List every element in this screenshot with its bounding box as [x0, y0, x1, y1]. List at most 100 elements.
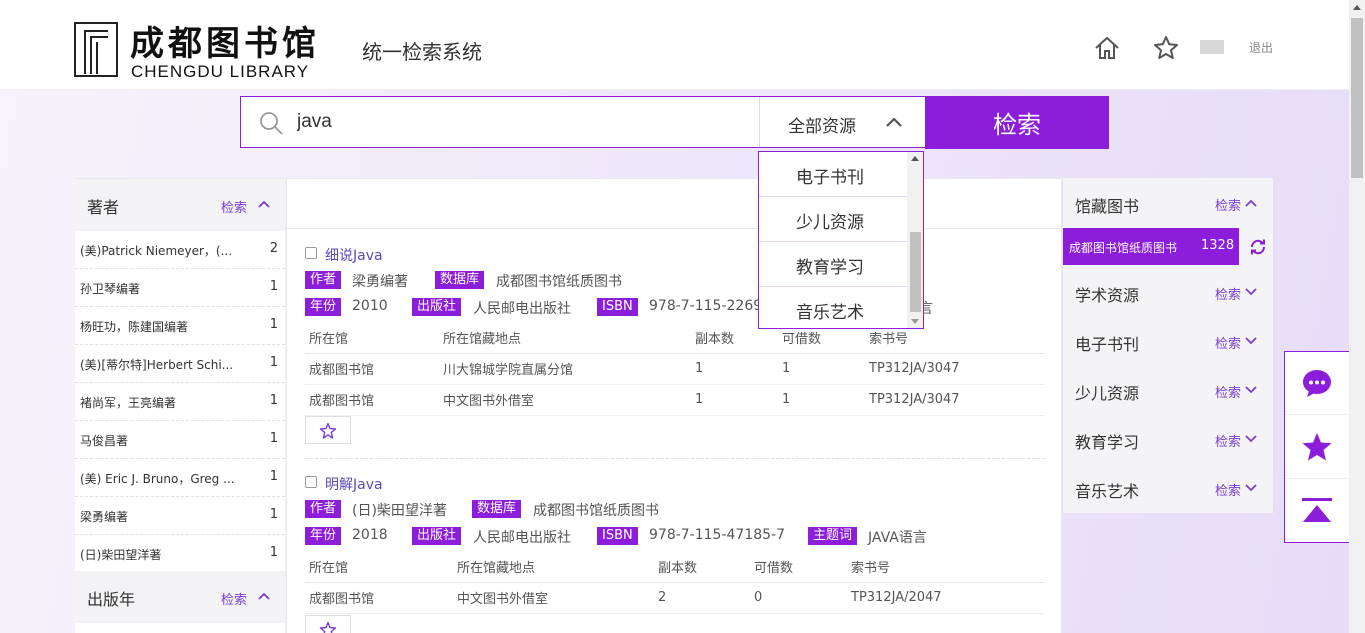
- facet-item-count: 1: [269, 279, 278, 294]
- user-avatar[interactable]: [1200, 40, 1224, 54]
- column-header: 可借数: [750, 552, 847, 583]
- subject-value: JAVA语言: [868, 530, 927, 546]
- scope-label: 全部资源: [788, 117, 856, 137]
- result-title-link[interactable]: 明解Java: [325, 474, 383, 494]
- facet-item-count: 1: [269, 431, 278, 446]
- category-academic[interactable]: 学术资源 检索: [1063, 267, 1273, 316]
- author-facet-item[interactable]: 孙卫琴编著 1: [75, 269, 285, 307]
- search-button[interactable]: 检索: [925, 96, 1109, 149]
- chevron-down-icon[interactable]: [1245, 288, 1257, 296]
- author-facet-item[interactable]: (美) Eric J. Bruno，Greg ... 1: [75, 459, 285, 497]
- chevron-down-icon[interactable]: [1245, 386, 1257, 394]
- back-to-top-button[interactable]: [1285, 480, 1349, 543]
- column-header: 所在馆藏地点: [439, 323, 691, 354]
- dropdown-option[interactable]: 教育学习: [759, 242, 907, 287]
- result-title-link[interactable]: 细说Java: [325, 245, 383, 265]
- library-logo-icon[interactable]: [74, 22, 118, 77]
- table-cell: TP312JA/3047: [865, 353, 1045, 385]
- holdings-header-row: 所在馆 所在馆藏地点 副本数 可借数 索书号: [305, 552, 1045, 583]
- chevron-up-icon[interactable]: [258, 200, 270, 208]
- table-cell: TP312JA/3047: [865, 384, 1045, 416]
- category-search-link[interactable]: 检索: [1215, 195, 1241, 214]
- table-cell: 2: [654, 582, 750, 614]
- facet-item-count: 1: [269, 355, 278, 370]
- logout-link[interactable]: 退出: [1249, 39, 1273, 56]
- holdings-table: 所在馆 所在馆藏地点 副本数 可借数 索书号 成都图书馆 中文图书外借室 2 0…: [305, 552, 1045, 614]
- author-facet-item[interactable]: (美)Patrick Niemeyer，(... 2: [75, 231, 285, 269]
- table-cell: 0: [750, 582, 847, 614]
- author-facet-search-link[interactable]: 检索: [221, 197, 247, 216]
- category-search-link[interactable]: 检索: [1215, 284, 1241, 303]
- year-value: 2018: [352, 527, 388, 543]
- table-row: 成都图书馆 川大锦城学院直属分馆 1 1 TP312JA/3047: [305, 353, 1045, 385]
- facet-item-count: 1: [269, 545, 278, 560]
- author-facet-item[interactable]: 梁勇编著 1: [75, 497, 285, 535]
- author-facet-item[interactable]: (日)柴田望洋著 1: [75, 535, 285, 573]
- dropdown-scroll-thumb[interactable]: [910, 232, 921, 312]
- home-icon[interactable]: [1093, 34, 1121, 62]
- table-cell: 成都图书馆: [305, 384, 439, 416]
- category-search-link[interactable]: 检索: [1215, 333, 1241, 352]
- column-header: 索书号: [847, 552, 1045, 583]
- chevron-down-icon[interactable]: [1245, 484, 1257, 492]
- favorite-button[interactable]: [305, 416, 351, 444]
- chevron-down-icon[interactable]: [1245, 435, 1257, 443]
- page-scroll-thumb[interactable]: [1351, 18, 1363, 178]
- chat-button[interactable]: [1285, 352, 1349, 415]
- author-facet-item[interactable]: (美)[蒂尔特]Herbert Schi... 1: [75, 345, 285, 383]
- table-row: 成都图书馆 中文图书外借室 1 1 TP312JA/3047: [305, 384, 1045, 416]
- facet-item-count: 1: [269, 469, 278, 484]
- facet-item-name: 杨旺功，陈建国编著: [80, 320, 189, 334]
- favorite-icon: [1302, 433, 1332, 461]
- dropdown-scrollbar[interactable]: [907, 152, 923, 328]
- resource-scope-select[interactable]: 全部资源: [759, 97, 925, 147]
- result-checkbox[interactable]: [305, 247, 317, 259]
- result-checkbox[interactable]: [305, 476, 317, 488]
- table-cell: 中文图书外借室: [453, 582, 654, 614]
- category-ebooks[interactable]: 电子书刊 检索: [1063, 316, 1273, 365]
- dropdown-option[interactable]: 电子书刊: [759, 152, 907, 197]
- category-education[interactable]: 教育学习 检索: [1063, 414, 1273, 463]
- table-cell: 川大锦城学院直属分馆: [439, 353, 691, 385]
- author-facet-item[interactable]: 马俊昌著 1: [75, 421, 285, 459]
- search-icon: [260, 112, 283, 135]
- scroll-down-arrow-icon[interactable]: [911, 319, 919, 324]
- category-children[interactable]: 少儿资源 检索: [1063, 365, 1273, 414]
- year-facet-search-link[interactable]: 检索: [221, 589, 247, 608]
- chevron-up-icon[interactable]: [1245, 199, 1257, 207]
- facet-item-name: (美)[蒂尔特]Herbert Schi...: [80, 358, 234, 372]
- favorites-button[interactable]: [1285, 416, 1349, 479]
- favorite-button[interactable]: [305, 615, 351, 633]
- refresh-icon[interactable]: [1249, 238, 1267, 256]
- category-search-link[interactable]: 检索: [1215, 431, 1241, 450]
- isbn-value: 978-7-115-2269: [649, 298, 763, 314]
- page-scrollbar[interactable]: [1349, 0, 1365, 633]
- category-search-link[interactable]: 检索: [1215, 382, 1241, 401]
- chevron-up-icon[interactable]: [258, 592, 270, 600]
- scroll-up-arrow-icon[interactable]: [911, 156, 919, 161]
- search-input[interactable]: [297, 107, 737, 137]
- selected-database-item[interactable]: 成都图书馆纸质图书 1328: [1063, 228, 1239, 265]
- library-name-chinese: 成都图书馆: [130, 24, 320, 64]
- author-facet-item[interactable]: 杨旺功，陈建国编著 1: [75, 307, 285, 345]
- star-icon[interactable]: [1152, 34, 1180, 62]
- year-facet-header[interactable]: 出版年 检索: [75, 571, 285, 623]
- database-value: 成都图书馆纸质图书: [496, 274, 622, 290]
- author-facet-item[interactable]: 褚尚军，王亮编著 1: [75, 383, 285, 421]
- result-item: 明解Java 作者 (日)柴田望洋著 数据库 成都图书馆纸质图书 年份 2018…: [305, 474, 1045, 633]
- scroll-up-arrow-icon[interactable]: [1353, 5, 1361, 10]
- publisher-tag: 出版社: [412, 298, 462, 316]
- table-cell: 1: [691, 353, 778, 385]
- dropdown-option[interactable]: 音乐艺术: [759, 287, 907, 328]
- chevron-down-icon[interactable]: [1245, 337, 1257, 345]
- chat-icon: [1303, 370, 1331, 397]
- author-facet-header[interactable]: 著者 检索: [75, 179, 285, 231]
- database-tag: 数据库: [435, 271, 485, 289]
- isbn-tag: ISBN: [597, 298, 638, 316]
- dropdown-option[interactable]: 少儿资源: [759, 197, 907, 242]
- category-library-books[interactable]: 馆藏图书 检索: [1063, 178, 1273, 227]
- facet-item-name: 孙卫琴编著: [80, 282, 141, 296]
- facet-item-count: 1: [269, 507, 278, 522]
- category-music-art[interactable]: 音乐艺术 检索: [1063, 463, 1273, 512]
- category-search-link[interactable]: 检索: [1215, 480, 1241, 499]
